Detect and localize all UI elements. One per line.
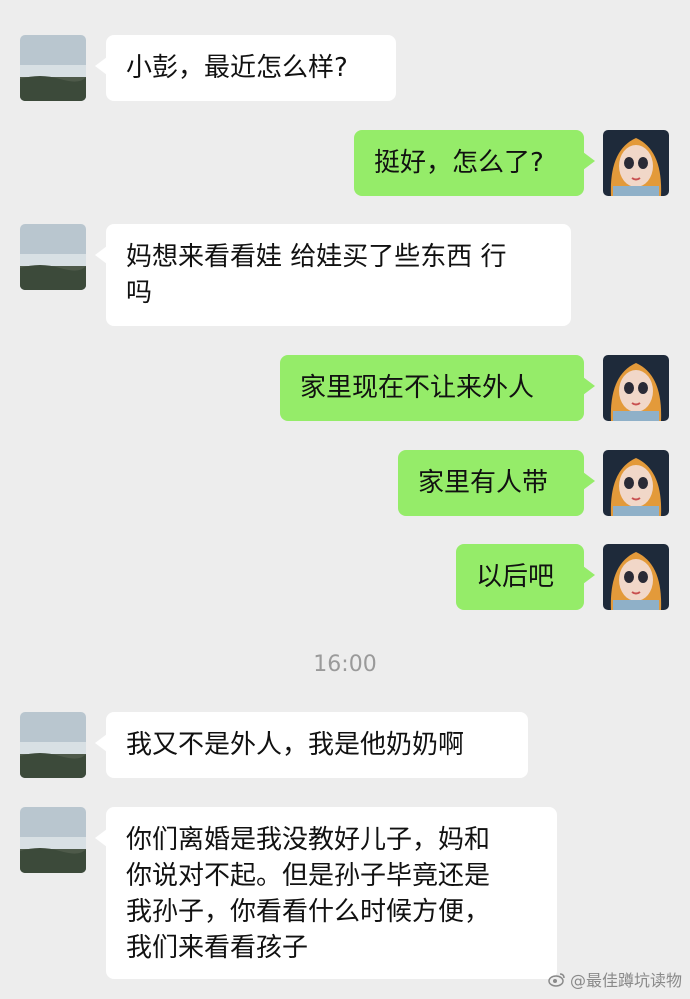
chat-bubble: 家里现在不让来外人: [280, 355, 595, 421]
cartoon-girl-avatar-icon: [603, 450, 669, 516]
watermark-text: @最佳蹲坑读物: [569, 971, 682, 990]
landscape-avatar-icon: [20, 807, 86, 873]
my-avatar[interactable]: [603, 544, 669, 610]
my-avatar[interactable]: [603, 355, 669, 421]
contact-avatar[interactable]: [20, 807, 86, 873]
cartoon-girl-avatar-icon: [603, 544, 669, 610]
my-avatar[interactable]: [603, 450, 669, 516]
my-avatar[interactable]: [603, 130, 669, 196]
chat-timestamp: 16:00: [313, 652, 377, 677]
chat-bubble: 小彭，最近怎么样?: [95, 35, 396, 101]
watermark: @最佳蹲坑读物: [548, 967, 682, 991]
contact-avatar[interactable]: [20, 224, 86, 290]
contact-avatar[interactable]: [20, 712, 86, 778]
weibo-icon: [548, 973, 565, 987]
landscape-avatar-icon: [20, 224, 86, 290]
chat-bubble: 家里有人带: [398, 450, 595, 516]
chat-bubble: 妈想来看看娃 给娃买了些东西 行 吗: [95, 224, 571, 326]
contact-avatar[interactable]: [20, 35, 86, 101]
cartoon-girl-avatar-icon: [603, 355, 669, 421]
chat-bubble: 你们离婚是我没教好儿子，妈和 你说对不起。但是孙子毕竟还是 我孙子，你看看什么时…: [95, 807, 557, 979]
chat-bubble: 我又不是外人，我是他奶奶啊: [95, 712, 528, 778]
chat-bubble: 以后吧: [456, 544, 595, 610]
cartoon-girl-avatar-icon: [603, 130, 669, 196]
chat-bubble: 挺好，怎么了?: [354, 130, 595, 196]
landscape-avatar-icon: [20, 35, 86, 101]
landscape-avatar-icon: [20, 712, 86, 778]
